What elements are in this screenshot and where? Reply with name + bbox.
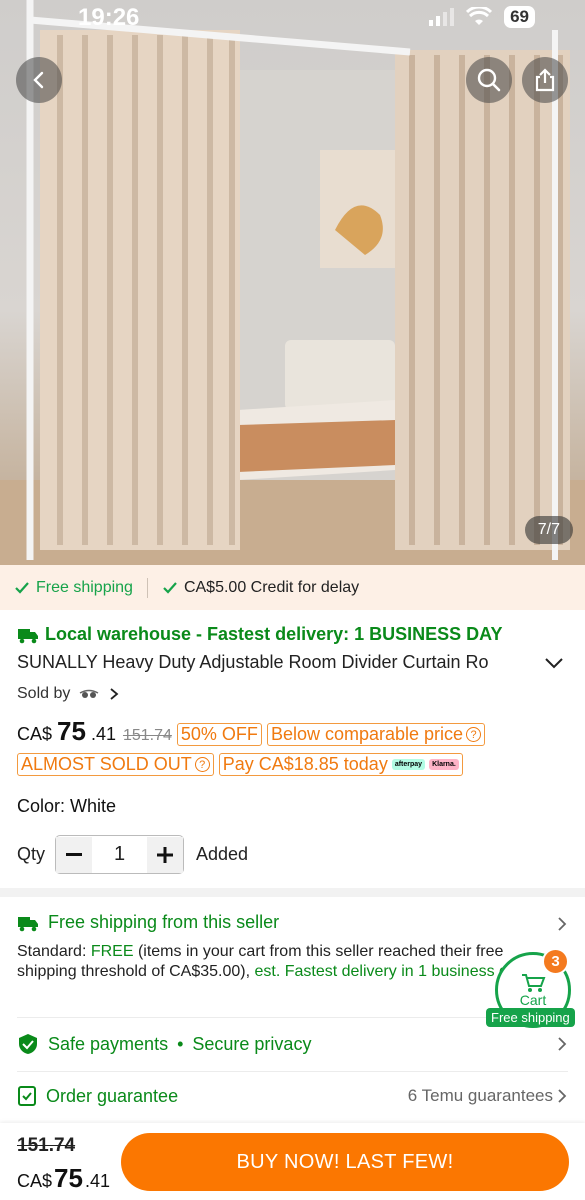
qty-label: Qty <box>17 844 46 864</box>
pay-today-tag[interactable]: Pay CA$18.85 today afterpay Klarna. <box>218 753 463 776</box>
free-label: FREE <box>90 943 134 960</box>
status-time: 19:26 <box>78 4 140 31</box>
cart-count-badge: 3 <box>542 948 569 975</box>
check-icon <box>15 581 29 594</box>
section-divider <box>0 888 585 897</box>
decrease-button[interactable] <box>56 836 93 873</box>
delivery-truck-icon <box>18 628 38 643</box>
discount-tag: 50% OFF <box>176 723 262 746</box>
search-button[interactable] <box>466 57 512 103</box>
comparable-price-tag[interactable]: Below comparable price? <box>266 723 486 746</box>
status-bar: 19:26 69 <box>0 0 585 36</box>
seller-logo-icon <box>80 689 99 698</box>
temu-guarantees-link[interactable]: 6 Temu guarantees <box>408 1086 553 1106</box>
secure-privacy-label: Secure privacy <box>192 1033 312 1054</box>
free-shipping-seller-title: Free shipping from this seller <box>48 912 280 932</box>
chevron-right-icon[interactable] <box>556 916 568 932</box>
afterpay-logo: afterpay <box>391 759 426 770</box>
price-currency: CA$ <box>17 724 53 744</box>
free-shipping-label: Free shipping <box>36 578 133 596</box>
klarna-logo: Klarna. <box>429 759 459 770</box>
battery-indicator: 69 <box>504 6 535 28</box>
warehouse-text: Local warehouse - Fastest delivery: 1 BU… <box>45 624 503 644</box>
divider <box>17 1071 568 1072</box>
wifi-icon <box>466 7 493 25</box>
cellular-signal-icon <box>429 8 455 26</box>
cart-icon <box>522 974 546 992</box>
image-counter: 7/7 <box>524 516 573 544</box>
bottom-price: CA$ 75.41 <box>17 1163 110 1193</box>
minus-icon <box>66 852 83 856</box>
buy-now-button[interactable]: BUY NOW! LAST FEW! <box>121 1133 569 1191</box>
chevron-down-icon[interactable] <box>543 656 565 670</box>
shipping-details: Standard: FREE (items in your cart from … <box>17 943 525 980</box>
share-icon <box>535 68 555 92</box>
free-shipping-seller-row[interactable]: Free shipping from this seller <box>17 912 568 933</box>
cart-label: Cart <box>519 992 547 1008</box>
shipping-strip: Free shipping CA$5.00 Credit for delay <box>0 565 585 610</box>
bullet: • <box>177 1033 184 1054</box>
sold-by-row[interactable]: Sold by <box>17 685 568 703</box>
help-icon: ? <box>466 727 482 742</box>
delivery-truck-icon <box>18 916 38 931</box>
help-icon: ? <box>194 757 210 772</box>
badges-row: ALMOST SOLD OUT? Pay CA$18.85 today after… <box>17 753 568 776</box>
plus-icon <box>157 846 174 863</box>
quantity-stepper[interactable]: 1 <box>55 835 185 874</box>
back-button[interactable] <box>16 57 62 103</box>
quantity-value[interactable]: 1 <box>92 843 147 866</box>
bottom-original-price: 151.74 <box>17 1135 76 1156</box>
product-title[interactable]: SUNALLY Heavy Duty Adjustable Room Divid… <box>17 652 527 673</box>
original-price: 151.74 <box>122 727 172 744</box>
price-main: 75 <box>57 716 86 746</box>
increase-button[interactable] <box>147 836 184 873</box>
chevron-right-icon <box>110 688 119 700</box>
price-cents: .41 <box>90 724 116 744</box>
safe-payments-row[interactable]: Safe payments • Secure privacy <box>17 1033 568 1055</box>
search-icon <box>477 68 501 92</box>
sold-by-label: Sold by <box>17 685 71 702</box>
shield-check-icon <box>19 1034 37 1054</box>
price-row: CA$ 75.41 151.74 50% OFF Below comparable… <box>17 716 568 747</box>
estimated-delivery: est. Fastest delivery in 1 business day <box>254 963 525 980</box>
order-guarantee-label: Order guarantee <box>46 1085 179 1106</box>
added-label: Added <box>196 844 249 864</box>
credit-delay-label: CA$5.00 Credit for delay <box>183 578 360 596</box>
quantity-row: Qty 1 Added <box>17 835 568 874</box>
bottom-purchase-bar: 151.74 CA$ 75.41 BUY NOW! LAST FEW! <box>0 1123 585 1200</box>
share-button[interactable] <box>522 57 568 103</box>
almost-sold-out-tag[interactable]: ALMOST SOLD OUT? <box>17 753 214 776</box>
chevron-right-icon[interactable] <box>556 1088 568 1104</box>
check-icon <box>163 581 177 594</box>
cart-free-shipping-badge: Free shipping <box>486 1008 575 1027</box>
chevron-right-icon[interactable] <box>556 1036 568 1052</box>
chevron-left-icon <box>33 71 44 89</box>
local-warehouse-banner: Local warehouse - Fastest delivery: 1 BU… <box>17 624 568 645</box>
order-guarantee-icon <box>18 1086 36 1106</box>
safe-payments-label: Safe payments <box>48 1033 169 1054</box>
color-label: Color: White <box>17 796 117 816</box>
